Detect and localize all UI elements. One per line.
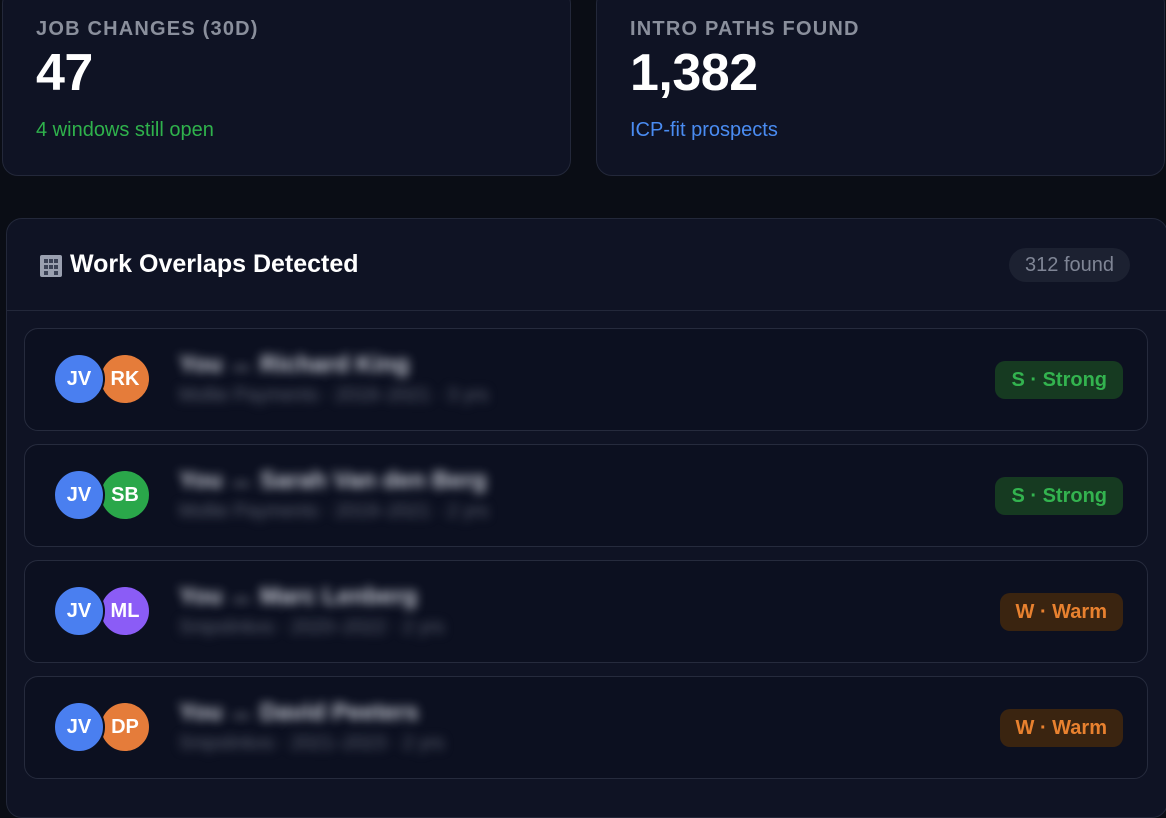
stats-row: JOB CHANGES (30D) 47 4 windows still ope… xyxy=(0,0,1166,180)
overlap-name: You ↔ Marc Lenberg xyxy=(179,583,418,610)
stat-subtext: 4 windows still open xyxy=(36,119,214,141)
stat-label: JOB CHANGES (30D) xyxy=(36,18,259,40)
stat-card-intro-paths: INTRO PATHS FOUND 1,382 ICP-fit prospect… xyxy=(596,0,1165,176)
overlap-list: JV RK You ↔ Richard King Mollie Payments… xyxy=(24,328,1148,792)
overlap-row[interactable]: JV ML You ↔ Marc Lenberg Snipslinkxs · 2… xyxy=(24,560,1148,663)
overlap-meta: Snipslinkxs · 2020–2022 · 2 yrs xyxy=(179,617,445,638)
panel-title: Work Overlaps Detected xyxy=(38,250,359,279)
avatar: JV xyxy=(53,469,105,521)
overlap-name: You ↔ Richard King xyxy=(179,351,410,378)
count-badge: 312 found xyxy=(1009,248,1130,282)
panel-title-text: Work Overlaps Detected xyxy=(70,250,359,278)
strength-badge: S · Strong xyxy=(995,477,1123,515)
overlap-meta: Mollie Payments · 2018–2021 · 3 yrs xyxy=(179,385,489,406)
overlap-row[interactable]: JV DP You ↔ David Peeters Snipslinkxs · … xyxy=(24,676,1148,779)
overlap-name: You ↔ David Peeters xyxy=(179,699,419,726)
avatar: RK xyxy=(99,353,151,405)
overlap-row[interactable]: JV RK You ↔ Richard King Mollie Payments… xyxy=(24,328,1148,431)
overlap-meta: Snipslinkxs · 2021–2023 · 2 yrs xyxy=(179,733,445,754)
overlap-meta: Mollie Payments · 2019–2021 · 2 yrs xyxy=(179,501,489,522)
avatar: SB xyxy=(99,469,151,521)
stat-card-job-changes: JOB CHANGES (30D) 47 4 windows still ope… xyxy=(2,0,571,176)
overlap-name: You ↔ Sarah Van den Berg xyxy=(179,467,487,494)
avatar: DP xyxy=(99,701,151,753)
avatar: JV xyxy=(53,585,105,637)
avatar: JV xyxy=(53,353,105,405)
stat-value: 1,382 xyxy=(630,44,758,102)
work-overlaps-panel: Work Overlaps Detected 312 found JV RK Y… xyxy=(6,218,1166,818)
stat-subtext: ICP-fit prospects xyxy=(630,119,778,141)
panel-header: Work Overlaps Detected 312 found xyxy=(7,219,1166,311)
avatar: ML xyxy=(99,585,151,637)
overlap-row[interactable]: JV SB You ↔ Sarah Van den Berg Mollie Pa… xyxy=(24,444,1148,547)
strength-badge: W · Warm xyxy=(999,709,1123,747)
strength-badge: S · Strong xyxy=(995,361,1123,399)
building-icon xyxy=(38,253,64,277)
avatar: JV xyxy=(53,701,105,753)
stat-value: 47 xyxy=(36,44,93,102)
strength-badge: W · Warm xyxy=(999,593,1123,631)
stat-label: INTRO PATHS FOUND xyxy=(630,18,860,40)
